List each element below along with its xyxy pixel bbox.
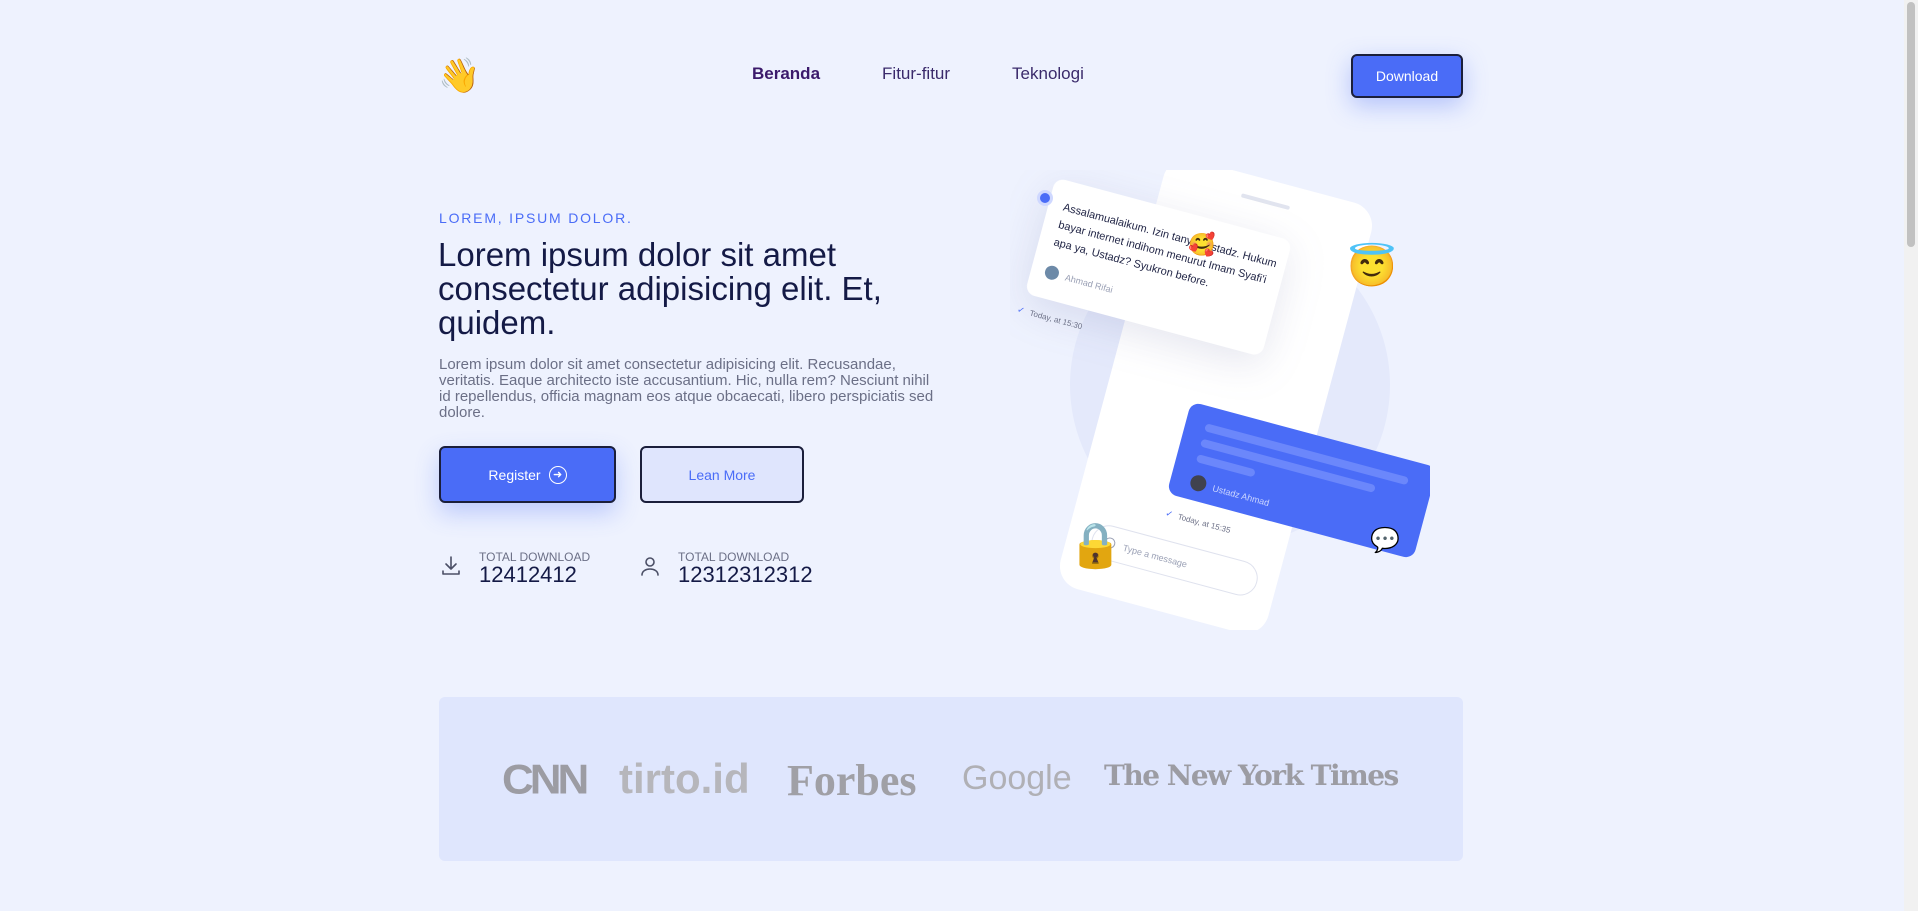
hero-eyebrow: LOREM, IPSUM DOLOR.: [439, 210, 633, 226]
nav-beranda[interactable]: Beranda: [752, 64, 820, 84]
learn-more-button[interactable]: Lean More: [640, 446, 804, 503]
online-dot: [1040, 193, 1050, 203]
angel-emoji: 😇: [1347, 242, 1397, 289]
scrollbar-thumb[interactable]: [1907, 2, 1915, 247]
download-icon: [442, 556, 460, 575]
hero-headline: Lorem ipsum dolor sit amet consectetur a…: [438, 236, 882, 341]
arrow-right-circle-icon: ➜: [548, 465, 567, 484]
brand-logos-panel: CNN tirto.id Forbes Google The New York …: [439, 697, 1463, 861]
speech-bubble-emoji: 💬: [1370, 526, 1400, 554]
page-scrollbar[interactable]: [1904, 0, 1918, 911]
lock-emoji: 🔒: [1068, 521, 1123, 570]
main-nav: Beranda Fitur-fitur Teknologi: [752, 64, 1084, 84]
register-button[interactable]: Register ➜: [439, 446, 616, 503]
nytimes-logo: The New York Times: [1104, 759, 1399, 792]
tirto-logo: tirto.id: [619, 755, 750, 802]
stat-users: TOTAL DOWNLOAD 12312312312: [638, 550, 813, 586]
nav-fitur-fitur[interactable]: Fitur-fitur: [882, 64, 950, 84]
stat-downloads: TOTAL DOWNLOAD 12412412: [439, 550, 590, 586]
stat-value: 12412412: [479, 562, 577, 587]
stat-value: 12312312312: [678, 562, 813, 587]
hero-description: Lorem ipsum dolor sit amet consectetur a…: [439, 356, 934, 421]
smiling-hearts-emoji: 🥰: [1188, 231, 1215, 257]
svg-text:✓: ✓: [1016, 304, 1026, 316]
chat-illustration: Type a message Assalamualaikum. Izin tan…: [1016, 170, 1430, 630]
message-time: Today, at 15:30: [1029, 309, 1084, 332]
waving-hand-logo[interactable]: 👋: [438, 56, 480, 96]
user-icon: [641, 557, 659, 576]
cnn-logo: CNN: [502, 756, 589, 803]
register-label: Register: [488, 466, 541, 483]
google-logo: Google: [962, 759, 1072, 797]
forbes-logo: Forbes: [787, 756, 917, 805]
nav-teknologi[interactable]: Teknologi: [1012, 64, 1084, 84]
download-button[interactable]: Download: [1351, 54, 1463, 98]
